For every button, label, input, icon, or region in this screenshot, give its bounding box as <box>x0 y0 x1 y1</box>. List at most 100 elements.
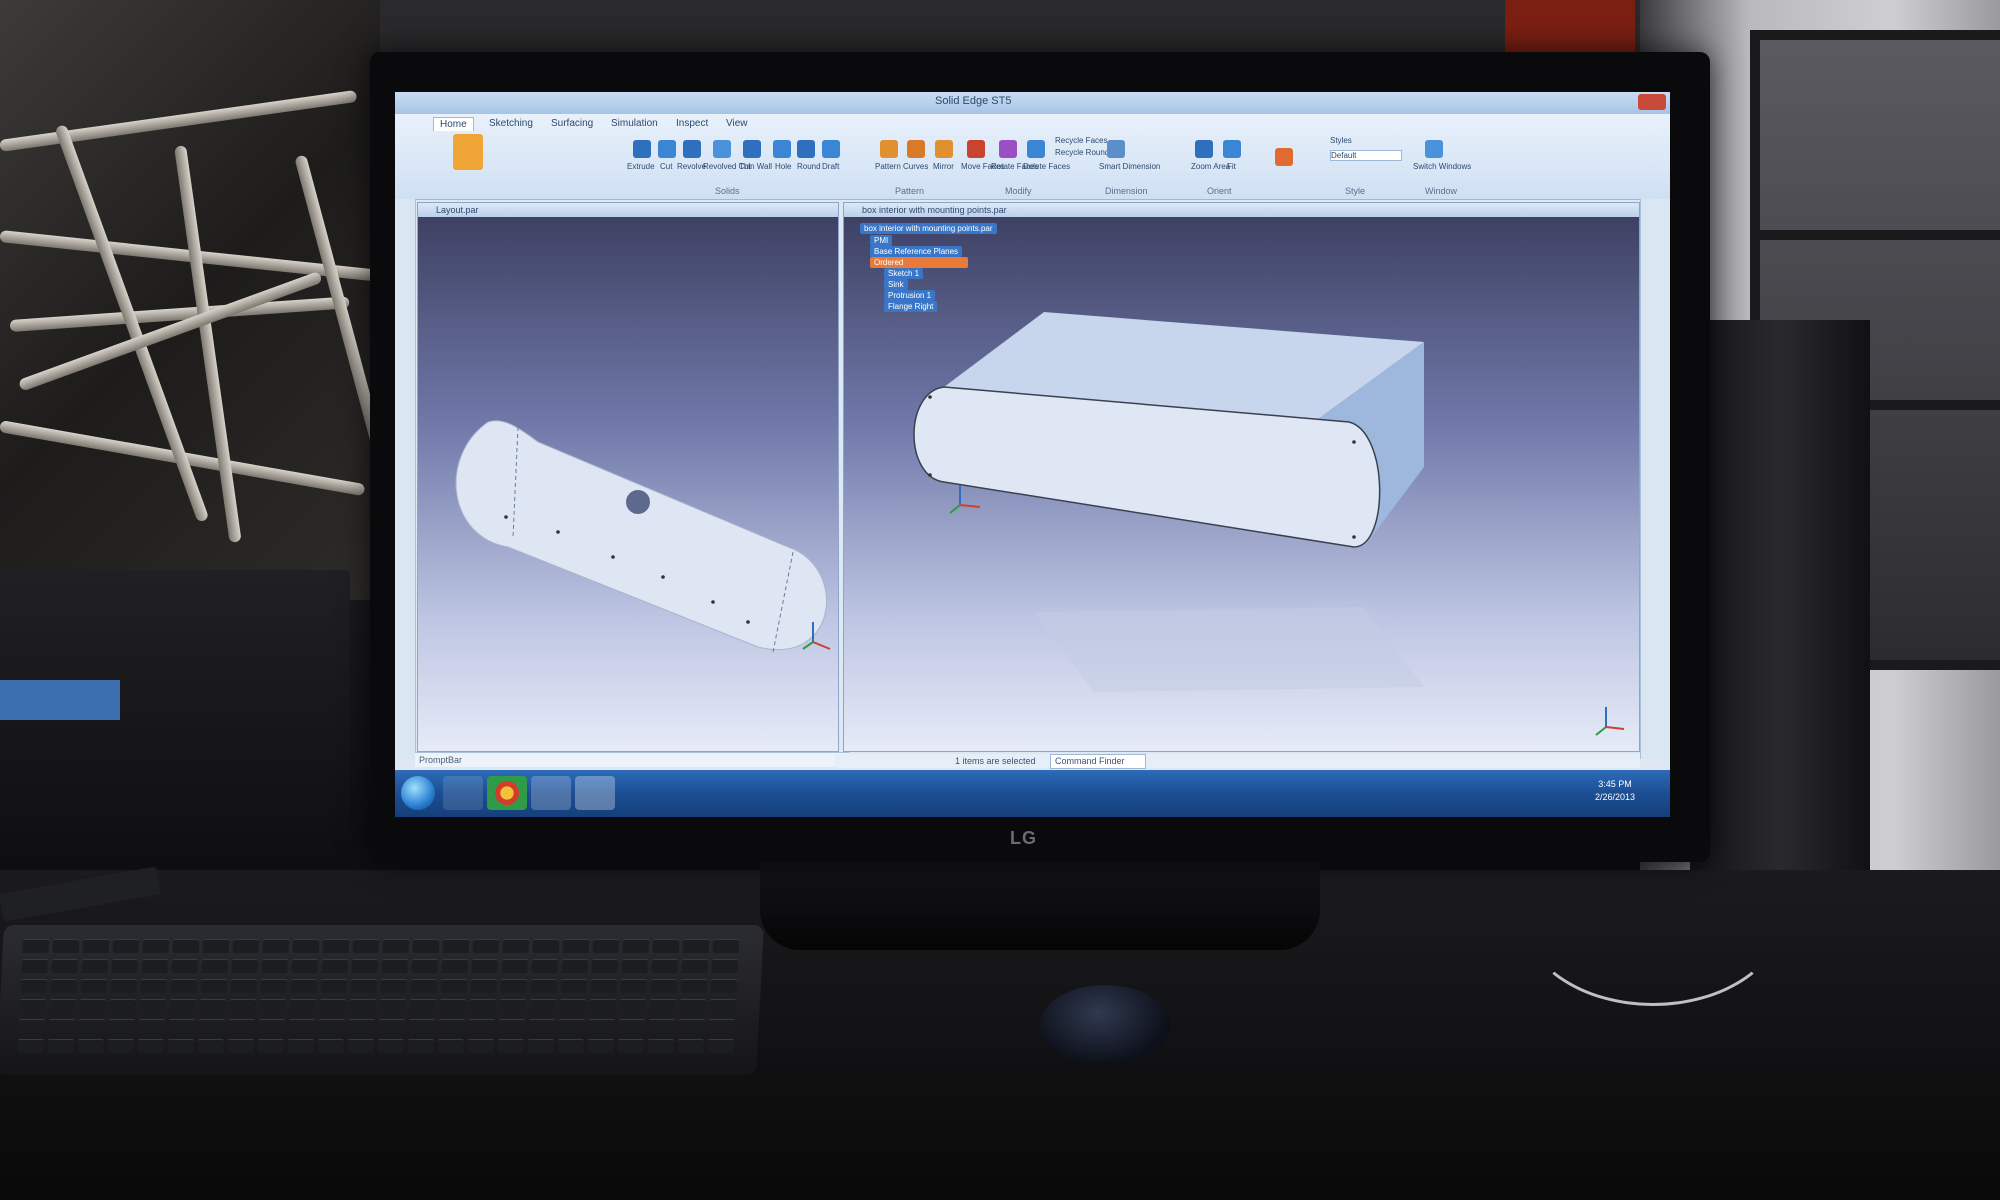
keyboard-key <box>711 959 739 973</box>
recycle-rounds[interactable]: Recycle Rounds <box>1055 148 1113 157</box>
keyboard-key <box>528 1019 556 1033</box>
keyboard-key <box>319 999 347 1013</box>
keyboard-key <box>108 1019 136 1033</box>
keyboard-key <box>712 939 740 953</box>
rotate-faces-icon[interactable] <box>999 140 1017 158</box>
keyboard-key <box>51 959 79 973</box>
keyboard-key <box>202 939 230 953</box>
round-label: Round <box>797 162 821 171</box>
smart-dimension-icon[interactable] <box>1107 140 1125 158</box>
keyboard-key <box>47 1039 74 1053</box>
keyboard-key <box>410 979 438 993</box>
extrude-label: Extrude <box>627 162 655 171</box>
pattern-icon[interactable] <box>880 140 898 158</box>
smart-dimension-label: Smart Dimension <box>1099 162 1161 171</box>
keyboard-key <box>681 959 709 973</box>
group-solids: Solids <box>715 186 740 196</box>
keyboard-key <box>287 1039 314 1053</box>
tab-simulation[interactable]: Simulation <box>605 117 664 130</box>
tab-home[interactable]: Home <box>433 117 474 131</box>
start-button-icon[interactable] <box>401 776 435 810</box>
fit-label: Fit <box>1227 162 1236 171</box>
tab-inspect[interactable]: Inspect <box>670 117 714 130</box>
move-faces-icon[interactable] <box>967 140 985 158</box>
mirror-icon[interactable] <box>935 140 953 158</box>
photo-scene: LG Solid Edge ST5 Home Sketching Surfaci… <box>0 0 2000 1200</box>
revolved-cut-icon[interactable] <box>713 140 731 158</box>
switch-windows-icon[interactable] <box>1425 140 1443 158</box>
keyboard-key <box>109 999 137 1013</box>
keyboard-key <box>171 959 199 973</box>
keyboard-key <box>708 1019 736 1033</box>
close-icon[interactable] <box>1638 94 1666 110</box>
round-icon[interactable] <box>797 140 815 158</box>
hole-icon[interactable] <box>773 140 791 158</box>
group-window: Window <box>1425 186 1458 196</box>
keyboard-key <box>172 939 200 953</box>
revolve-icon[interactable] <box>683 140 701 158</box>
keyboard-key <box>591 959 619 973</box>
keyboard-key <box>527 1039 554 1053</box>
keyboard-key <box>619 999 647 1013</box>
cut-icon[interactable] <box>658 140 676 158</box>
keyboard-key <box>347 1039 374 1053</box>
tab-surfacing[interactable]: Surfacing <box>545 117 599 130</box>
group-orient: Orient <box>1207 186 1232 196</box>
keyboard-key <box>230 979 258 993</box>
tab-view[interactable]: View <box>720 117 754 130</box>
keyboard-key <box>557 1039 584 1053</box>
keyboard-key <box>381 959 409 973</box>
keyboard-key <box>170 979 198 993</box>
keyboard-key <box>140 979 168 993</box>
thin-wall-icon[interactable] <box>743 140 761 158</box>
system-clock[interactable]: 3:45 PM 2/26/2013 <box>1595 778 1635 804</box>
zoom-area-icon[interactable] <box>1195 140 1213 158</box>
keyboard-key <box>82 939 110 953</box>
keyboard-key <box>348 1019 376 1033</box>
style-select[interactable]: Default <box>1330 150 1402 161</box>
select-tool-icon[interactable] <box>453 134 483 170</box>
explorer-taskbar-icon[interactable] <box>443 776 483 810</box>
keyboard-key <box>17 1039 44 1053</box>
keyboard-key <box>710 979 738 993</box>
hole-label: Hole <box>775 162 792 171</box>
keyboard-key <box>529 999 557 1013</box>
keyboard-key <box>588 1019 616 1033</box>
draft-icon[interactable] <box>822 140 840 158</box>
viewport-right[interactable]: box interior with mounting points.par bo… <box>843 202 1640 752</box>
group-modify: Modify <box>1005 186 1032 196</box>
keyboard-key <box>559 999 587 1013</box>
keyboard-key <box>320 979 348 993</box>
keyboard-key <box>142 939 170 953</box>
keyboard-key <box>110 979 138 993</box>
keyboard-key <box>49 999 77 1013</box>
keyboard-key <box>139 999 167 1013</box>
chrome-taskbar-icon[interactable] <box>487 776 527 810</box>
keyboard-key <box>468 1019 496 1033</box>
keyboard-key <box>617 1039 644 1053</box>
mirror-label: Mirror <box>933 162 954 171</box>
keyboard-key <box>77 1039 104 1053</box>
keyboard-key <box>199 999 227 1013</box>
keyboard-key <box>470 979 498 993</box>
active-window-taskbar-icon[interactable] <box>575 776 615 810</box>
keyboard-key <box>289 999 317 1013</box>
keyboard-key <box>497 1039 524 1053</box>
solid-edge-taskbar-icon[interactable] <box>531 776 571 810</box>
keyboard-key <box>499 999 527 1013</box>
keyboard-key <box>379 999 407 1013</box>
keyboard-key <box>378 1019 406 1033</box>
delete-faces-icon[interactable] <box>1027 140 1045 158</box>
keyboard-key <box>78 1019 106 1033</box>
recycle-faces[interactable]: Recycle Faces <box>1055 136 1107 145</box>
command-finder-input[interactable]: Command Finder <box>1050 754 1146 769</box>
keyboard-key <box>79 999 107 1013</box>
viewport-left[interactable]: Layout.par <box>417 202 839 752</box>
fit-icon[interactable] <box>1223 140 1241 158</box>
tab-sketching[interactable]: Sketching <box>483 117 539 130</box>
color-icon[interactable] <box>1275 148 1293 166</box>
ribbon: Home Sketching Surfacing Simulation Insp… <box>395 114 1670 200</box>
keyboard-key <box>227 1039 254 1053</box>
curves-icon[interactable] <box>907 140 925 158</box>
extrude-icon[interactable] <box>633 140 651 158</box>
